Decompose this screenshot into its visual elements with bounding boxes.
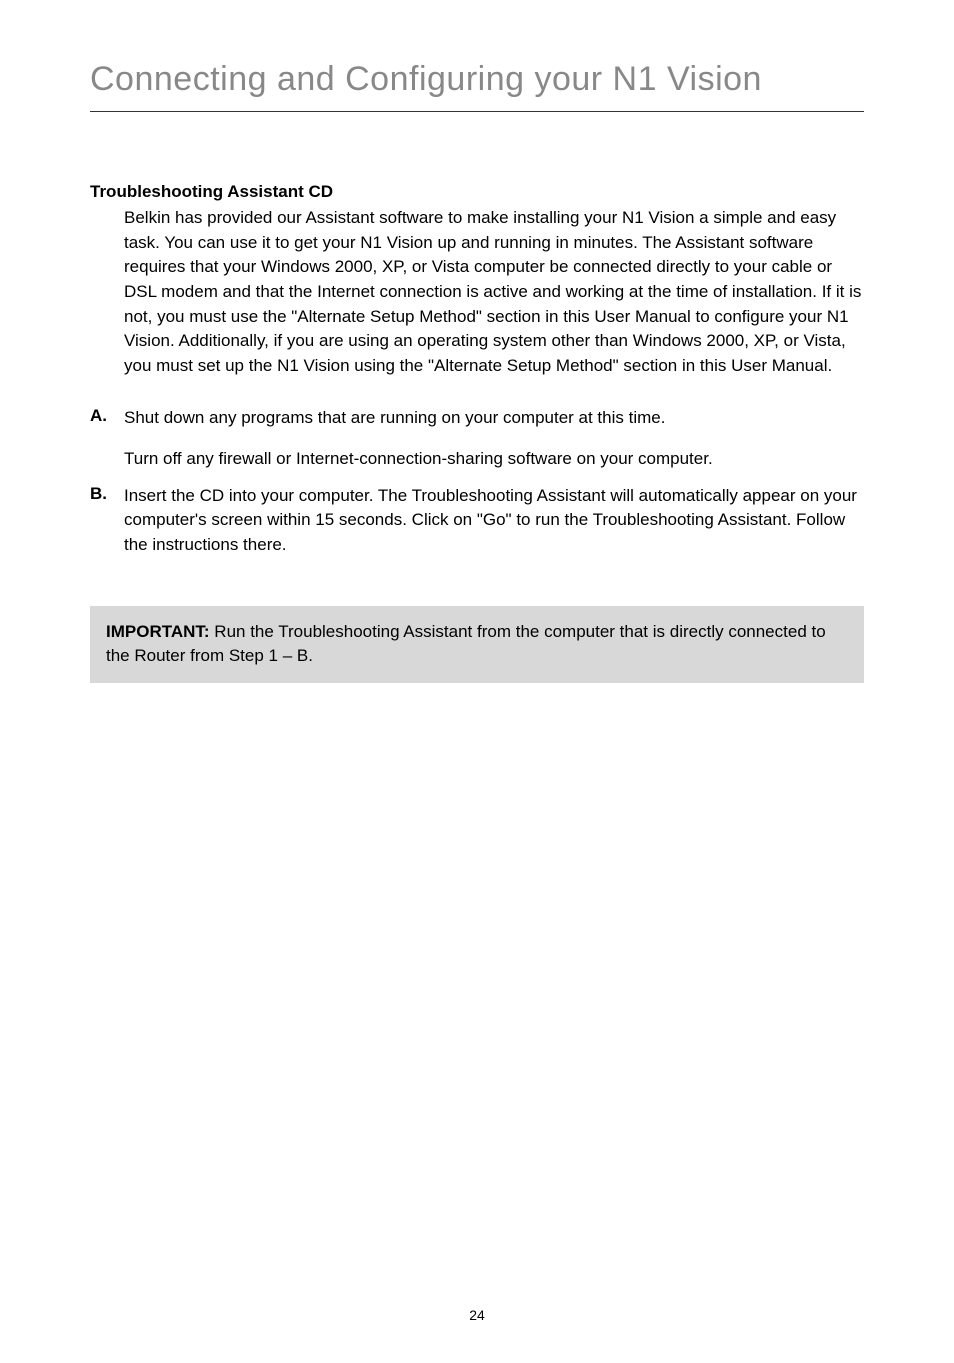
list-item: A. Shut down any programs that are runni… (90, 406, 864, 471)
list-content-b: Insert the CD into your computer. The Tr… (124, 484, 864, 558)
page-title: Connecting and Configuring your N1 Visio… (90, 60, 864, 112)
section-heading: Troubleshooting Assistant CD (90, 182, 864, 202)
page-number: 24 (0, 1307, 954, 1323)
list-paragraph: Insert the CD into your computer. The Tr… (124, 484, 864, 558)
list-content-a: Shut down any programs that are running … (124, 406, 864, 471)
list-marker-b: B. (90, 484, 124, 558)
list-paragraph: Turn off any firewall or Internet-connec… (124, 447, 864, 472)
important-text: Run the Troubleshooting Assistant from t… (106, 622, 826, 666)
important-label: IMPORTANT: (106, 622, 210, 641)
important-box: IMPORTANT: Run the Troubleshooting Assis… (90, 606, 864, 683)
list-paragraph: Shut down any programs that are running … (124, 406, 864, 431)
list-marker-a: A. (90, 406, 124, 471)
list-item: B. Insert the CD into your computer. The… (90, 484, 864, 558)
intro-paragraph: Belkin has provided our Assistant softwa… (124, 206, 864, 378)
